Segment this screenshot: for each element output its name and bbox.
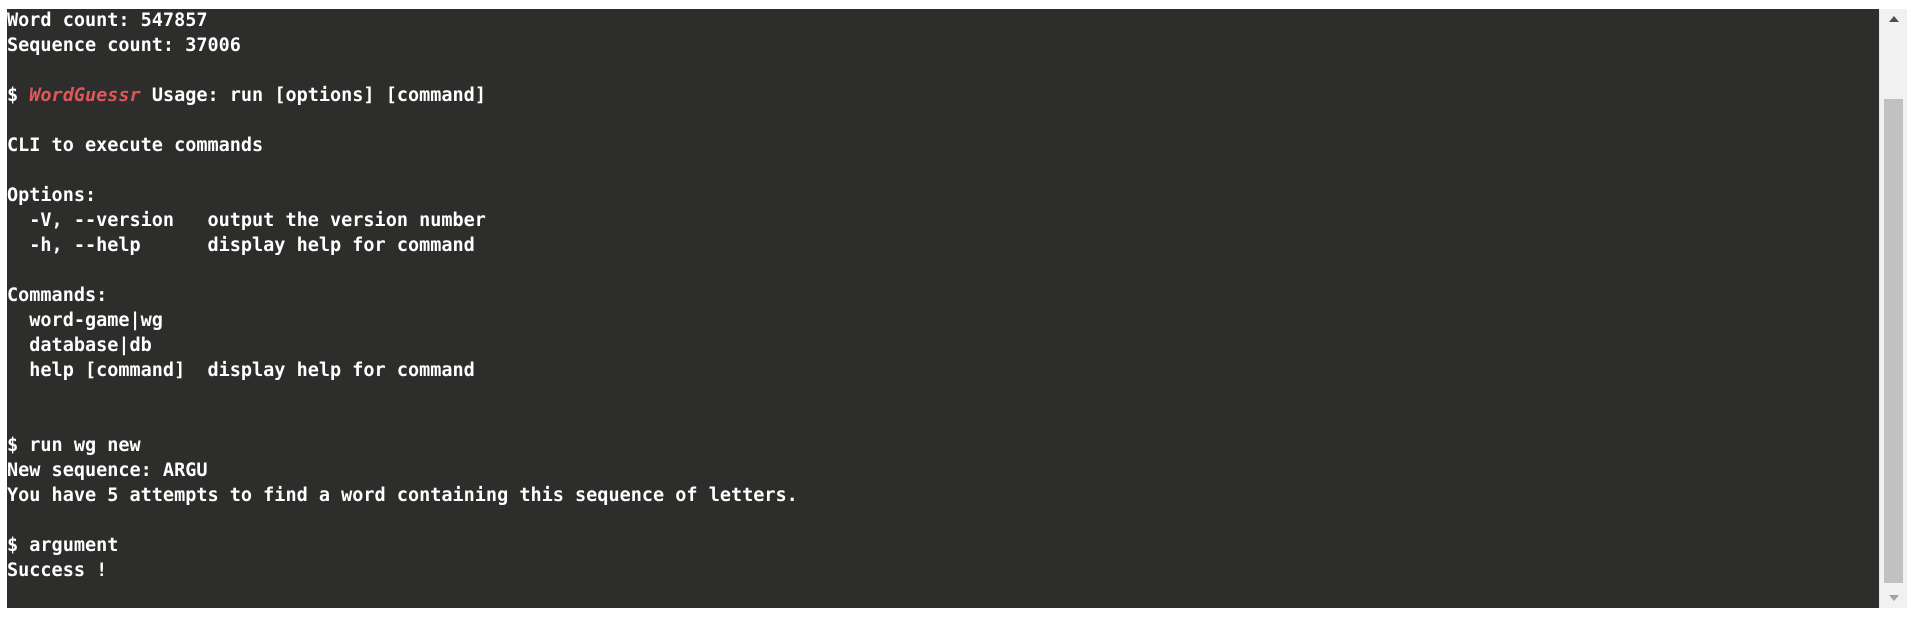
terminal-output[interactable]: Word count: 547857 Sequence count: 37006… <box>7 9 1879 608</box>
run-new-command-text: run wg new <box>29 435 141 456</box>
command-word-game-line: word-game|wg <box>7 310 163 331</box>
command-help-line: help [command] display help for command <box>7 360 475 381</box>
triangle-down-icon <box>1888 595 1899 601</box>
option-help-line: -h, --help display help for command <box>7 235 475 256</box>
run-new-command-line: $ run wg new <box>7 433 141 458</box>
scroll-down-button[interactable] <box>1880 588 1907 608</box>
vertical-scrollbar[interactable] <box>1879 9 1907 608</box>
result-line: Success ! <box>7 560 108 581</box>
prompt-symbol: $ <box>7 435 19 456</box>
command-database-line: database|db <box>7 335 152 356</box>
usage-text: Usage: run [options] [command] <box>151 85 486 106</box>
brand-label: WordGuessr <box>29 85 141 106</box>
usage-prompt-line: $ WordGuessr Usage: run [options] [comma… <box>7 83 486 108</box>
answer-command-line: $ argument <box>7 533 118 558</box>
terminal-window: Word count: 547857 Sequence count: 37006… <box>7 9 1907 608</box>
new-sequence-line: New sequence: ARGU <box>7 460 208 481</box>
word-count-line: Word count: 547857 <box>7 10 208 31</box>
prompt-symbol: $ <box>7 535 19 556</box>
option-version-line: -V, --version output the version number <box>7 210 486 231</box>
prompt-symbol: $ <box>7 85 19 106</box>
scrollbar-thumb[interactable] <box>1884 99 1903 583</box>
attempts-info-line: You have 5 attempts to find a word conta… <box>7 485 798 506</box>
options-header: Options: <box>7 185 97 206</box>
commands-header: Commands: <box>7 285 108 306</box>
answer-command-text: argument <box>29 535 119 556</box>
description-line: CLI to execute commands <box>7 135 264 156</box>
sequence-count-line: Sequence count: 37006 <box>7 35 241 56</box>
scroll-up-button[interactable] <box>1880 9 1907 29</box>
triangle-up-icon <box>1888 16 1899 22</box>
